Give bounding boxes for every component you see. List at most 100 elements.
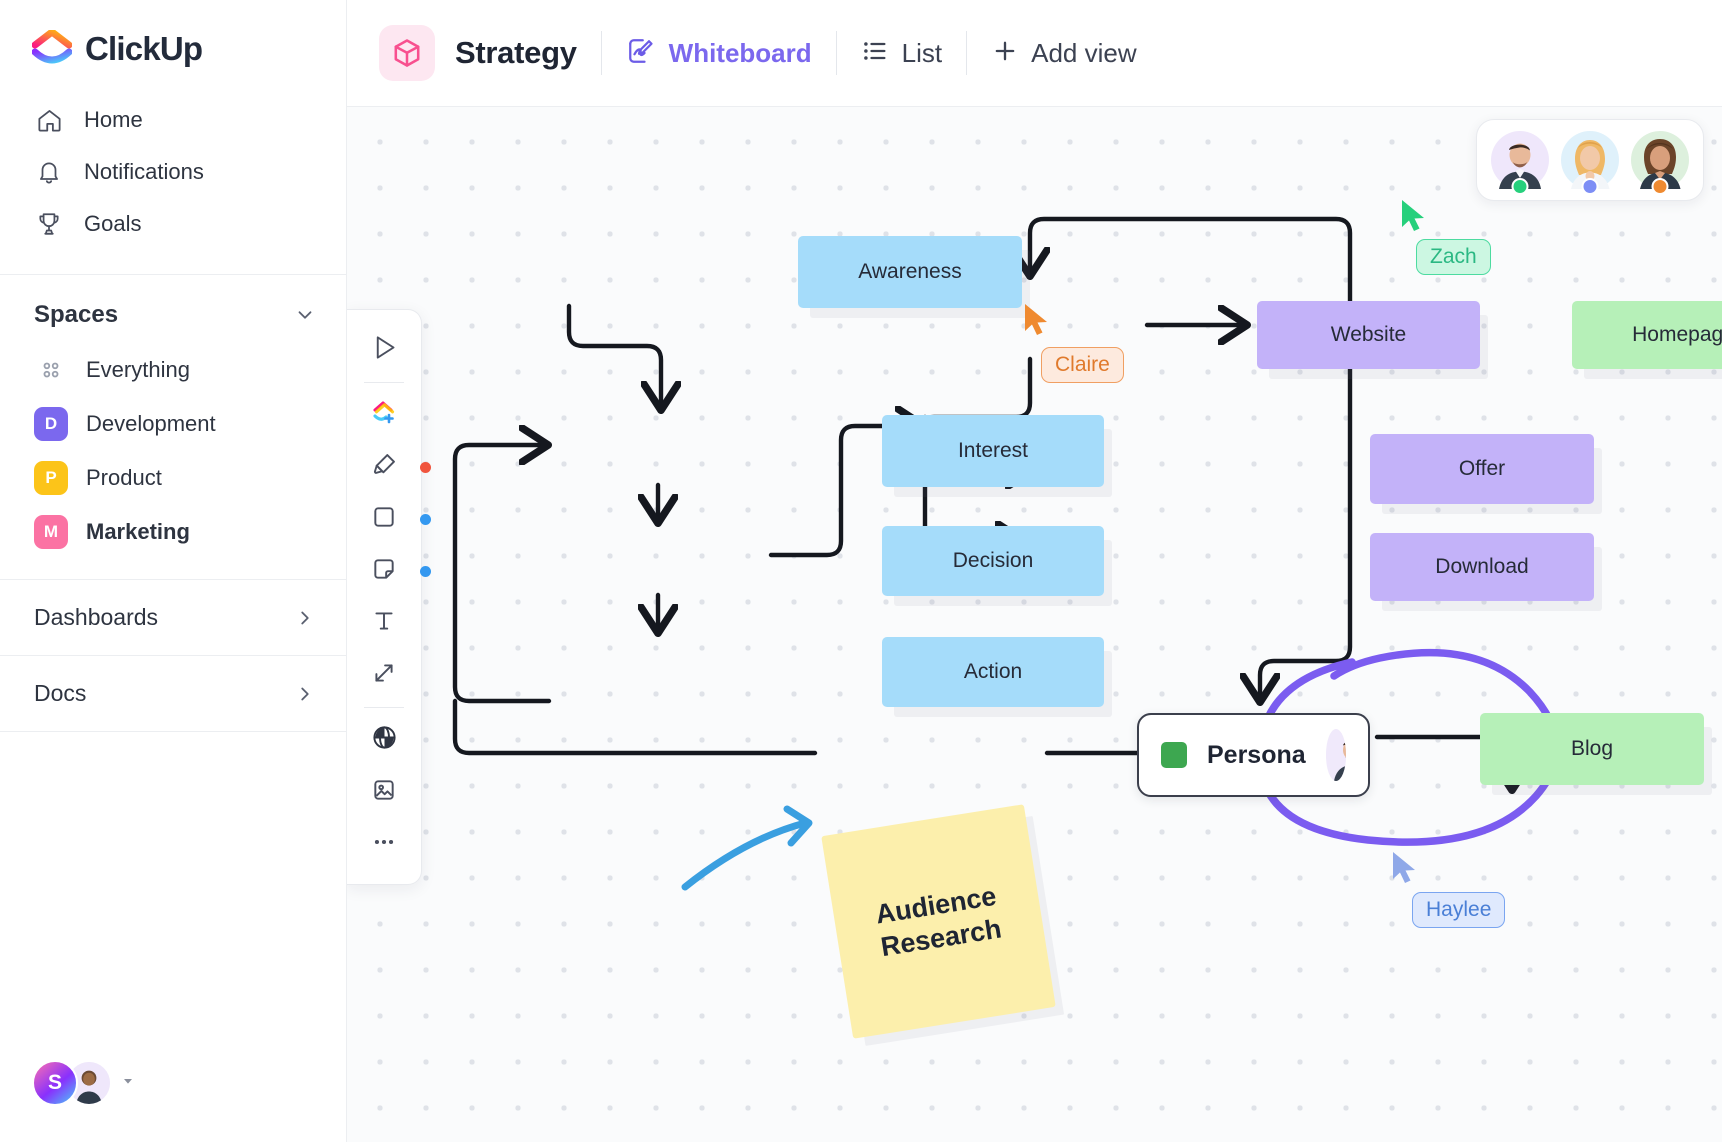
image-tool[interactable] bbox=[356, 766, 412, 818]
chevron-down-icon[interactable] bbox=[294, 304, 316, 326]
square-icon bbox=[371, 504, 397, 535]
status-dot-away bbox=[1651, 178, 1669, 195]
chevron-right-icon-docs bbox=[294, 683, 316, 705]
node-interest[interactable]: Interest bbox=[882, 415, 1104, 487]
toolbar-divider-1 bbox=[600, 31, 602, 75]
caret-down-icon[interactable] bbox=[120, 1073, 136, 1094]
sidebar-item-product[interactable]: P Product bbox=[0, 451, 346, 505]
nav-label-goals: Goals bbox=[84, 211, 142, 236]
toolbar-divider-3 bbox=[966, 31, 968, 75]
toolbar-sep-2 bbox=[364, 707, 404, 708]
nav-label-notifications: Notifications bbox=[84, 159, 204, 184]
more-tool[interactable] bbox=[356, 818, 412, 870]
node-action[interactable]: Action bbox=[882, 637, 1104, 707]
nav-item-home[interactable]: Home bbox=[0, 94, 346, 146]
app-root: ClickUp Home Notifications Goals Spaces … bbox=[0, 0, 1722, 1142]
sidebar-item-docs[interactable]: Docs bbox=[0, 656, 346, 731]
space-badge-development: D bbox=[34, 407, 68, 441]
clickup-logo-icon bbox=[31, 28, 73, 68]
sidebar-item-everything[interactable]: Everything bbox=[0, 343, 346, 397]
clickup-task-tool[interactable] bbox=[356, 389, 412, 441]
node-blog[interactable]: Blog bbox=[1480, 713, 1704, 785]
cursor-claire-icon bbox=[1023, 303, 1051, 342]
status-chip-icon bbox=[1161, 742, 1187, 768]
tab-list[interactable]: List bbox=[861, 37, 942, 70]
node-download[interactable]: Download bbox=[1370, 533, 1594, 601]
main-area: Strategy Whiteboard List Add view Awaren… bbox=[347, 0, 1722, 1142]
space-badge-marketing: M bbox=[34, 515, 68, 549]
cursor-zach-icon bbox=[1400, 199, 1428, 238]
brand-logo[interactable]: ClickUp bbox=[0, 0, 346, 86]
sidebar-label-docs: Docs bbox=[34, 680, 87, 706]
sidebar-label-product: Product bbox=[86, 465, 162, 490]
sidebar-item-marketing[interactable]: M Marketing bbox=[0, 505, 346, 559]
cube-icon bbox=[379, 25, 435, 81]
persona-label: Persona bbox=[1207, 740, 1306, 769]
spaces-title: Spaces bbox=[34, 301, 119, 328]
node-website[interactable]: Website bbox=[1257, 301, 1480, 369]
connector-tool[interactable] bbox=[356, 649, 412, 701]
pen-color-dot[interactable] bbox=[420, 462, 431, 473]
status-dot-online bbox=[1511, 178, 1529, 195]
shapes-library-tool[interactable] bbox=[356, 714, 412, 766]
image-icon bbox=[371, 777, 397, 808]
primary-nav: Home Notifications Goals bbox=[0, 86, 346, 264]
space-badge-product: P bbox=[34, 461, 68, 495]
globe-icon bbox=[371, 724, 398, 756]
add-view-button[interactable]: Add view bbox=[991, 37, 1137, 70]
tab-label-list: List bbox=[901, 37, 943, 68]
sidebar-label-dashboards: Dashboards bbox=[34, 604, 159, 630]
marker-icon bbox=[371, 451, 398, 483]
text-tool[interactable] bbox=[356, 597, 412, 649]
sidebar-item-dashboards[interactable]: Dashboards bbox=[0, 580, 346, 655]
sidebar-label-development: Development bbox=[86, 411, 216, 436]
tab-whiteboard[interactable]: Whiteboard bbox=[626, 36, 812, 71]
sidebar-item-development[interactable]: D Development bbox=[0, 397, 346, 451]
nav-item-notifications[interactable]: Notifications bbox=[0, 146, 346, 198]
tab-label-whiteboard: Whiteboard bbox=[668, 37, 812, 68]
workspace-avatar[interactable]: S bbox=[32, 1060, 78, 1106]
sticky-note-icon bbox=[371, 556, 397, 587]
avatar-3[interactable] bbox=[1631, 131, 1689, 195]
connector-icon bbox=[371, 660, 397, 691]
cursor-label-claire: Claire bbox=[1041, 347, 1124, 383]
add-view-label: Add view bbox=[1031, 37, 1137, 68]
whiteboard-icon bbox=[626, 36, 656, 71]
shape-tool[interactable] bbox=[356, 493, 431, 545]
status-dot-busy bbox=[1581, 178, 1599, 195]
node-homepage[interactable]: Homepage bbox=[1572, 301, 1722, 369]
brand-name: ClickUp bbox=[85, 30, 203, 67]
ellipsis-icon bbox=[371, 829, 397, 860]
whiteboard-canvas[interactable]: Awareness Interest Decision Action Websi… bbox=[347, 107, 1722, 1142]
sidebar-label-everything: Everything bbox=[86, 357, 190, 382]
toolbar-sep-1 bbox=[364, 382, 404, 383]
bell-icon bbox=[34, 157, 64, 187]
list-icon bbox=[861, 37, 889, 70]
avatar-1[interactable] bbox=[1491, 131, 1549, 195]
cursor-icon bbox=[371, 334, 398, 366]
avatar-2[interactable] bbox=[1561, 131, 1619, 195]
grid-dots-icon bbox=[34, 353, 68, 387]
home-icon bbox=[34, 105, 64, 135]
spaces-list: Everything D Development P Product M Mar… bbox=[0, 343, 346, 559]
pen-tool[interactable] bbox=[356, 441, 431, 493]
whiteboard-toolbar bbox=[347, 309, 431, 885]
top-toolbar: Strategy Whiteboard List Add view bbox=[347, 0, 1722, 107]
spaces-header[interactable]: Spaces bbox=[0, 275, 346, 343]
node-awareness[interactable]: Awareness bbox=[798, 236, 1022, 308]
sticky-note-audience-research[interactable]: Audience Research bbox=[821, 804, 1056, 1039]
sidebar: ClickUp Home Notifications Goals Spaces … bbox=[0, 0, 347, 1142]
cursor-haylee-icon bbox=[1391, 851, 1419, 890]
node-decision[interactable]: Decision bbox=[882, 526, 1104, 596]
nav-item-goals[interactable]: Goals bbox=[0, 198, 346, 250]
select-tool[interactable] bbox=[356, 324, 412, 376]
persona-card[interactable]: Persona bbox=[1137, 713, 1370, 797]
sticky-pointer-arrow bbox=[681, 805, 813, 891]
sticky-color-dot[interactable] bbox=[420, 566, 431, 577]
sticky-note-tool[interactable] bbox=[356, 545, 431, 597]
shape-color-dot[interactable] bbox=[420, 514, 431, 525]
chevron-right-icon bbox=[294, 607, 316, 629]
sticky-note-text: Audience Research bbox=[873, 880, 1004, 962]
node-offer[interactable]: Offer bbox=[1370, 434, 1594, 504]
